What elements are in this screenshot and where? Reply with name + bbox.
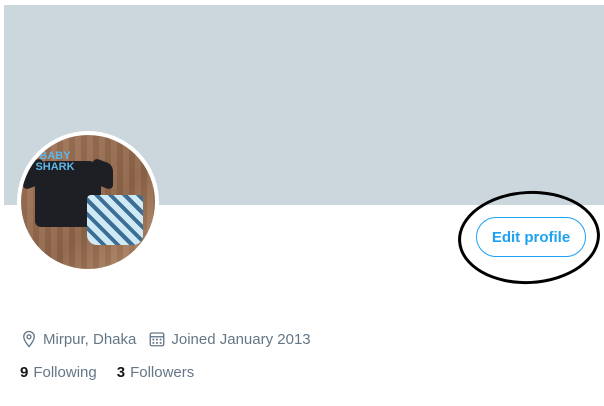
location-item: Mirpur, Dhaka [20, 330, 136, 348]
followers-label: Followers [130, 363, 195, 381]
calendar-icon [149, 332, 165, 347]
avatar-shorts [87, 195, 143, 245]
following-link[interactable]: 9 Following [20, 364, 97, 381]
following-count: 9 [20, 363, 29, 381]
follow-stats: 9 Following 3 Followers [20, 361, 214, 383]
followers-count: 3 [116, 363, 126, 381]
joined-text: Joined January 2013 [171, 330, 311, 348]
location-pin-icon [23, 330, 35, 348]
joined-item: Joined January 2013 [148, 330, 311, 348]
following-label: Following [33, 363, 97, 381]
profile-meta: Mirpur, Dhaka Joined January 2013 [20, 328, 323, 350]
avatar-shirt-text: BABY SHARK [35, 150, 75, 173]
avatar[interactable]: BABY SHARK [17, 131, 159, 273]
location-text: Mirpur, Dhaka [43, 330, 137, 348]
followers-link[interactable]: 3 Followers [117, 364, 195, 381]
avatar-image: BABY SHARK [21, 135, 155, 269]
